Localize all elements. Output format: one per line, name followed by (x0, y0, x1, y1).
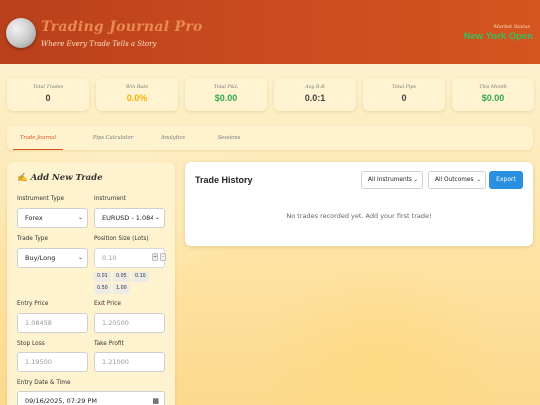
stat-label: Total P&L (213, 85, 239, 90)
chevron-down-icon: ⌄ (413, 177, 418, 183)
lot-preset-chip[interactable]: 1.00 (113, 284, 130, 294)
stat-value: $0.00 (214, 93, 238, 103)
stop-loss-label: Stop Loss (17, 341, 45, 347)
take-profit-label: Take Profit (94, 341, 124, 347)
instrument-label: Instrument (94, 196, 126, 202)
add-trade-panel: ✍ Add New Trade Instrument Type Forex ⌄ I… (7, 162, 175, 405)
export-button[interactable]: Export (489, 171, 523, 189)
stat-label: Total Trades (32, 85, 64, 90)
trade-type-label: Trade Type (17, 236, 49, 242)
instrument-type-label: Instrument Type (17, 196, 65, 202)
logo-icon (6, 18, 36, 48)
calendar-icon[interactable]: ▦ (152, 392, 159, 405)
instrument-type-select[interactable]: Forex ⌄ (17, 208, 88, 228)
chevron-down-icon: ⌄ (77, 214, 83, 221)
writing-hand-icon: ✍ (17, 173, 28, 183)
trade-history-panel: Trade History All Instruments ⌄ All Outc… (185, 162, 533, 246)
trade-history-title: Trade History (195, 175, 253, 185)
stat-value: 0.0% (126, 93, 148, 103)
app-header: Trading Journal Pro Where Every Trade Te… (0, 0, 540, 64)
empty-state-message: No trades recorded yet. Add your first t… (286, 212, 432, 220)
stat-label: Total Pips (392, 85, 416, 90)
stat-label: This Month (479, 85, 507, 90)
chevron-down-icon: ⌄ (152, 209, 160, 227)
outcome-filter-select[interactable]: All Outcomes ⌄ (428, 171, 486, 189)
main-tabs: Trade Journal Pips Calculator Analytics … (7, 126, 533, 150)
stat-label: Avg R:R (305, 85, 325, 90)
take-profit-input[interactable]: 1.21000 (94, 352, 165, 372)
lot-preset-chip[interactable]: 0.10 (132, 272, 149, 282)
lot-preset-chip[interactable]: 0.05 (113, 272, 130, 282)
tab-pips-calculator[interactable]: Pips Calculator (83, 126, 143, 150)
chevron-down-icon: ⌄ (77, 254, 83, 261)
stat-value: $0.00 (481, 93, 505, 103)
stat-total-pips: Total Pips 0 (363, 78, 445, 111)
stat-value: 0 (45, 93, 51, 103)
chevron-down-icon: ⌄ (476, 177, 481, 183)
stat-avg-rr: Avg R:R 0.0:1 (274, 78, 356, 111)
entry-price-input[interactable]: 1.08458 (17, 313, 88, 333)
position-decrement-button[interactable]: - (160, 253, 166, 261)
stop-loss-input[interactable]: 1.19500 (17, 352, 88, 372)
market-status-value: New York Open (463, 31, 533, 42)
stat-total-pnl: Total P&L $0.00 (185, 78, 267, 111)
exit-price-label: Exit Price (94, 301, 121, 307)
tab-sessions[interactable]: Sessions (211, 126, 247, 150)
stat-value: 0 (401, 93, 407, 103)
stat-total-trades: Total Trades 0 (7, 78, 89, 111)
lot-preset-chip[interactable]: 0.50 (94, 284, 111, 294)
entry-datetime-label: Entry Date & Time (17, 380, 71, 386)
app-title: Trading Journal Pro (41, 19, 203, 35)
market-status-label: Market Status (493, 24, 530, 30)
stat-value: 0.0:1 (304, 93, 326, 103)
tab-trade-journal[interactable]: Trade Journal (13, 126, 63, 150)
tab-analytics[interactable]: Analytics (153, 126, 193, 150)
instrument-select[interactable]: EURUSD - 1.0845 ⌄ (94, 208, 165, 228)
position-size-label: Position Size (Lots) (94, 236, 149, 242)
stat-this-month: This Month $0.00 (452, 78, 534, 111)
add-trade-title: ✍ Add New Trade (17, 173, 103, 183)
lot-preset-chip[interactable]: 0.01 (94, 272, 111, 282)
entry-datetime-input[interactable]: 09/16/2025, 07:29 PM ▦ (17, 391, 165, 405)
stat-win-rate: Win Rate 0.0% (96, 78, 178, 111)
instrument-filter-select[interactable]: All Instruments ⌄ (361, 171, 423, 189)
app-tagline: Where Every Trade Tells a Story (41, 40, 157, 48)
position-increment-button[interactable]: + (152, 253, 158, 261)
trade-type-select[interactable]: Buy/Long ⌄ (17, 248, 88, 268)
exit-price-input[interactable]: 1.20500 (94, 313, 165, 333)
stat-label: Win Rate (125, 85, 149, 90)
entry-price-label: Entry Price (17, 301, 49, 307)
